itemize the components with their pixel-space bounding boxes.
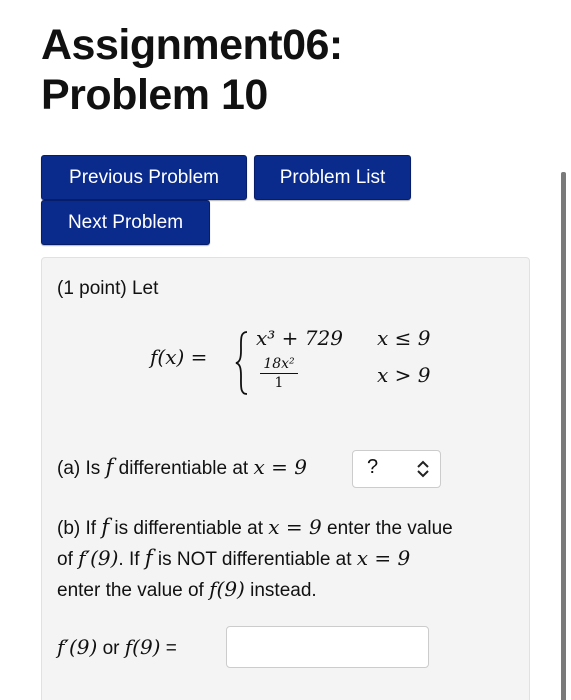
part-b-line2-eq: x = 9	[356, 546, 411, 570]
part-b-line3: enter the value of f(9) instead.	[57, 574, 317, 606]
part-b-line3-a: enter the value of	[57, 580, 204, 601]
differentiable-select[interactable]: ?	[352, 450, 441, 488]
answer-label-or: or	[102, 638, 120, 659]
part-b-line2: of f′(9). If f is NOT differentiable at …	[57, 543, 410, 575]
part-b-line1-c: enter the value	[327, 518, 453, 539]
answer-input[interactable]	[226, 626, 429, 668]
part-b-line1-a: (b) If	[57, 518, 97, 539]
part-b-line3-f9: f(9)	[209, 577, 245, 601]
page-title: Assignment06: Problem 10	[41, 20, 343, 120]
problem-list-button[interactable]: Problem List	[254, 155, 411, 200]
case1-condition-text: x ≤ 9	[377, 326, 431, 350]
case1-expression-text: x³ + 729	[256, 326, 343, 350]
case2-condition-text: x > 9	[377, 363, 431, 387]
part-b-line2-fprime: f′(9)	[78, 546, 119, 570]
part-a-prefix: (a) Is	[57, 458, 101, 479]
part-b-line2-a: of	[57, 549, 73, 570]
part-b-line2-b: . If	[118, 549, 140, 570]
part-b-line1: (b) If f is differentiable at x = 9 ente…	[57, 512, 453, 544]
page-title-line2: Problem 10	[41, 71, 268, 119]
answer-label-eq: =	[165, 638, 177, 659]
part-b-line1-eq: x = 9	[268, 515, 322, 539]
part-a-question: (a) Is f differentiable at x = 9	[57, 452, 307, 484]
case1-expression: x³ + 729	[256, 326, 343, 350]
page-title-line1: Assignment06:	[41, 21, 343, 69]
select-value: ?	[367, 456, 379, 478]
answer-label: f′(9) or f(9) =	[57, 632, 177, 664]
scrollbar[interactable]	[561, 172, 566, 700]
fraction-bar	[260, 373, 298, 374]
next-problem-button[interactable]: Next Problem	[41, 200, 210, 245]
case1-condition: x ≤ 9	[377, 326, 430, 350]
answer-label-fprime: f′(9)	[57, 635, 98, 659]
part-b-line3-b: instead.	[250, 580, 317, 601]
case2-condition: x > 9	[377, 363, 430, 387]
case2-numerator: 18x²	[263, 356, 295, 372]
part-b-line1-f: f	[101, 515, 110, 539]
answer-label-f9: f(9)	[124, 635, 161, 659]
part-b-line2-c: is NOT differentiable at	[157, 549, 352, 570]
previous-problem-button[interactable]: Previous Problem	[41, 155, 247, 200]
part-b-line2-f: f	[144, 546, 153, 570]
problem-intro: (1 point) Let	[57, 278, 159, 299]
part-a-f: f	[105, 455, 114, 479]
case2-denominator: 1	[274, 375, 284, 391]
part-b-line1-b: is differentiable at	[114, 518, 263, 539]
case2-fraction: 18x² 1	[256, 356, 302, 391]
function-lhs-text: f(x) =	[150, 345, 208, 369]
function-lhs: f(x) =	[150, 345, 207, 369]
left-brace	[235, 331, 248, 395]
select-chevrons-icon	[417, 460, 429, 478]
page: Assignment06: Problem 10 Previous Proble…	[0, 0, 571, 700]
part-a-eq: x = 9	[253, 455, 307, 479]
part-a-mid: differentiable at	[118, 458, 249, 479]
